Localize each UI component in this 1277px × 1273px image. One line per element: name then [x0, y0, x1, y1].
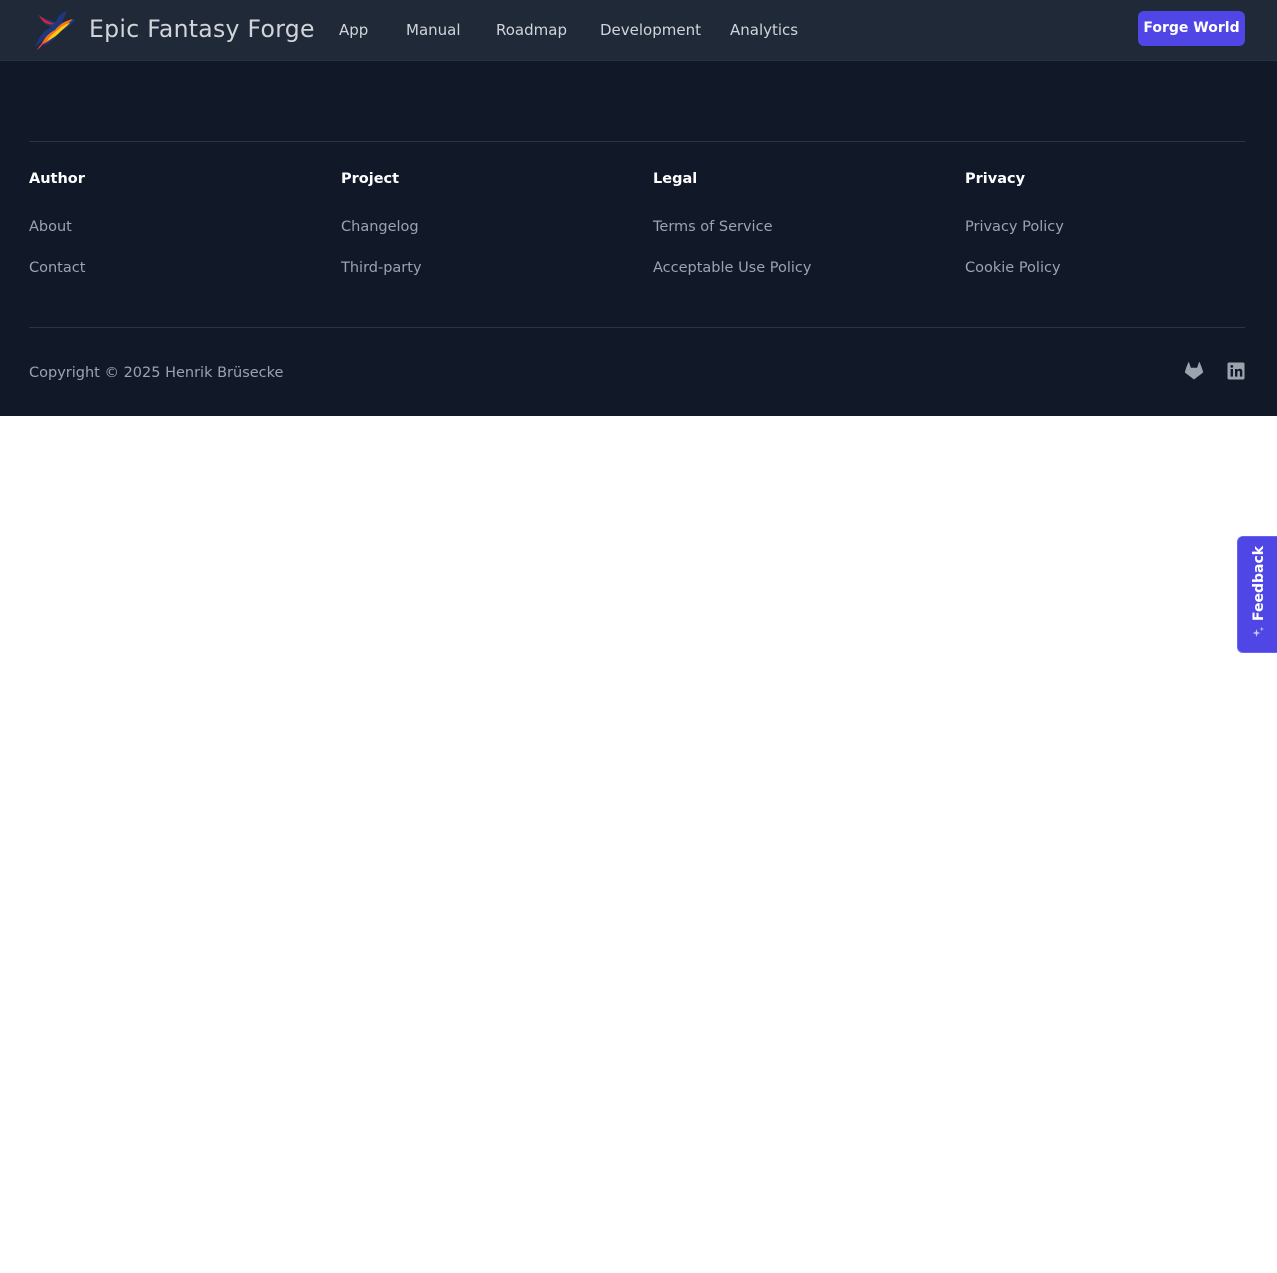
footer-heading-project: Project	[341, 171, 400, 187]
footer-divider-bottom	[29, 327, 1245, 328]
footer-heading-author: Author	[29, 171, 85, 187]
nav-link-development[interactable]: Development	[600, 20, 701, 40]
footer-link-terms-of-service[interactable]: Terms of Service	[653, 217, 772, 237]
nav-link-analytics[interactable]: Analytics	[730, 20, 798, 40]
forge-world-button[interactable]: Forge World	[1138, 11, 1245, 46]
brand-name[interactable]: Epic Fantasy Forge	[89, 13, 315, 45]
nav-link-app[interactable]: App	[339, 20, 368, 40]
site-footer: Author About Contact Project Changelog T…	[0, 61, 1277, 416]
footer-link-third-party[interactable]: Third-party	[341, 258, 422, 278]
footer-link-privacy-policy[interactable]: Privacy Policy	[965, 217, 1064, 237]
footer-link-contact[interactable]: Contact	[29, 258, 85, 278]
feedback-tab[interactable]: Feedback	[1237, 536, 1277, 653]
footer-link-about[interactable]: About	[29, 217, 72, 237]
phoenix-logo-icon[interactable]	[29, 7, 77, 51]
top-navigation-bar: Epic Fantasy Forge App Manual Roadmap De…	[0, 0, 1277, 61]
footer-link-acceptable-use-policy[interactable]: Acceptable Use Policy	[653, 258, 811, 278]
nav-link-manual[interactable]: Manual	[406, 20, 461, 40]
nav-link-roadmap[interactable]: Roadmap	[496, 20, 567, 40]
footer-divider-top	[29, 141, 1245, 142]
copyright-text: Copyright © 2025 Henrik Brüsecke	[29, 365, 284, 381]
sparkles-icon	[1252, 626, 1264, 637]
footer-heading-privacy: Privacy	[965, 171, 1026, 187]
feedback-label: Feedback	[1251, 545, 1267, 621]
footer-link-changelog[interactable]: Changelog	[341, 217, 419, 237]
gitlab-icon[interactable]	[1184, 361, 1204, 381]
footer-link-cookie-policy[interactable]: Cookie Policy	[965, 258, 1061, 278]
footer-heading-legal: Legal	[653, 171, 698, 187]
linkedin-icon[interactable]	[1226, 361, 1246, 381]
